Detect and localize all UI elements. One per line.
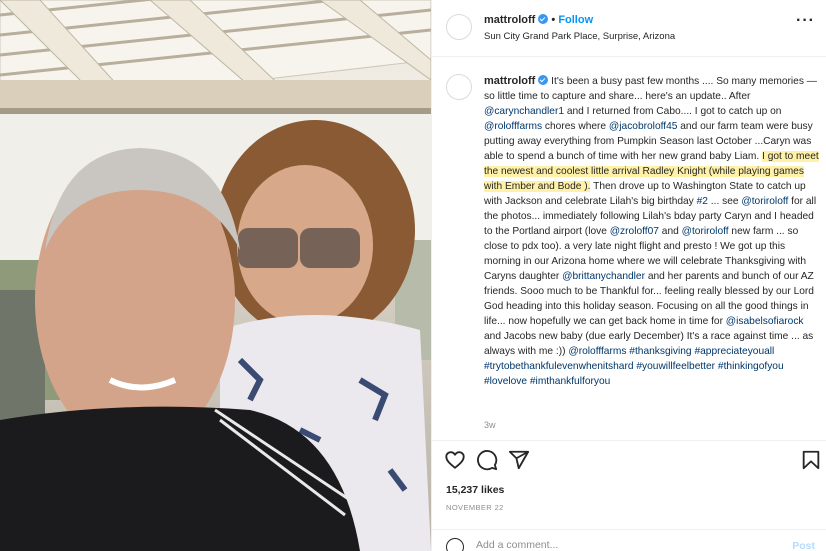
more-horizontal-icon[interactable]: ···: [796, 13, 815, 29]
hashtag-link[interactable]: #lovelove: [484, 376, 527, 387]
follow-button[interactable]: Follow: [558, 14, 593, 26]
avatar[interactable]: [446, 74, 472, 100]
caption-text: ... see: [707, 196, 742, 207]
post-header: mattroloff • Follow Sun City Grand Park …: [432, 0, 826, 57]
hashtag-link[interactable]: #trytobethankfulevenwhenitshard: [484, 361, 634, 372]
bookmark-icon[interactable]: [800, 449, 822, 471]
avatar[interactable]: [446, 14, 472, 40]
caption-time-ago[interactable]: 3w: [484, 420, 496, 430]
separator-dot: •: [551, 14, 556, 26]
post-caption: mattroloff It's been a busy past few mon…: [484, 74, 819, 389]
caption-area: mattroloff It's been a busy past few mon…: [432, 58, 826, 440]
comment-input[interactable]: [476, 539, 766, 551]
hashtag-link[interactable]: #2: [697, 196, 708, 207]
share-icon[interactable]: [508, 449, 530, 471]
username-link[interactable]: mattroloff: [484, 14, 535, 26]
caption-text: and I returned from Cabo.... I got to ca…: [564, 106, 782, 117]
header-username[interactable]: mattroloff • Follow: [484, 14, 593, 26]
comment-icon[interactable]: [476, 449, 498, 471]
mention-link[interactable]: @rolofffarms: [568, 346, 626, 357]
mention-link[interactable]: @isabelsofiarock: [726, 316, 804, 327]
post-panel: mattroloff • Follow Sun City Grand Park …: [431, 0, 826, 551]
emoji-icon[interactable]: [446, 538, 464, 551]
hashtag-link[interactable]: #imthankfulforyou: [530, 376, 610, 387]
verified-badge-icon: [538, 75, 549, 85]
caption-username[interactable]: mattroloff: [484, 75, 535, 87]
selfie-photo: [0, 0, 431, 551]
mention-link[interactable]: @zroloff07: [610, 226, 659, 237]
post-date: NOVEMBER 22: [446, 503, 504, 512]
mention-link[interactable]: @rolofffarms: [484, 121, 542, 132]
heart-icon[interactable]: [444, 449, 466, 471]
caption-text: chores where: [542, 121, 609, 132]
hashtag-link[interactable]: #appreciateyouall: [694, 346, 774, 357]
hashtag-link[interactable]: #thinkingofyou: [718, 361, 784, 372]
mention-link[interactable]: @toriroloff: [682, 226, 729, 237]
likes-count[interactable]: 15,237 likes: [446, 484, 504, 496]
mention-link[interactable]: @brittanychandler: [562, 271, 645, 282]
verified-badge-icon: [538, 14, 549, 24]
hashtag-link[interactable]: #thanksgiving: [629, 346, 691, 357]
hashtag-link[interactable]: #youwillfeelbetter: [636, 361, 715, 372]
mention-link[interactable]: @carynchandler1: [484, 106, 564, 117]
mention-link[interactable]: @toriroloff: [741, 196, 788, 207]
post-comment-button[interactable]: Post: [792, 540, 815, 551]
mention-link[interactable]: @jacobroloff45: [609, 121, 678, 132]
location-link[interactable]: Sun City Grand Park Place, Surprise, Ari…: [484, 31, 675, 42]
post-photo[interactable]: [0, 0, 431, 551]
comment-bar: Post: [432, 529, 826, 551]
caption-text: and: [658, 226, 682, 237]
post-actions: 15,237 likes NOVEMBER 22 Post: [432, 440, 826, 551]
